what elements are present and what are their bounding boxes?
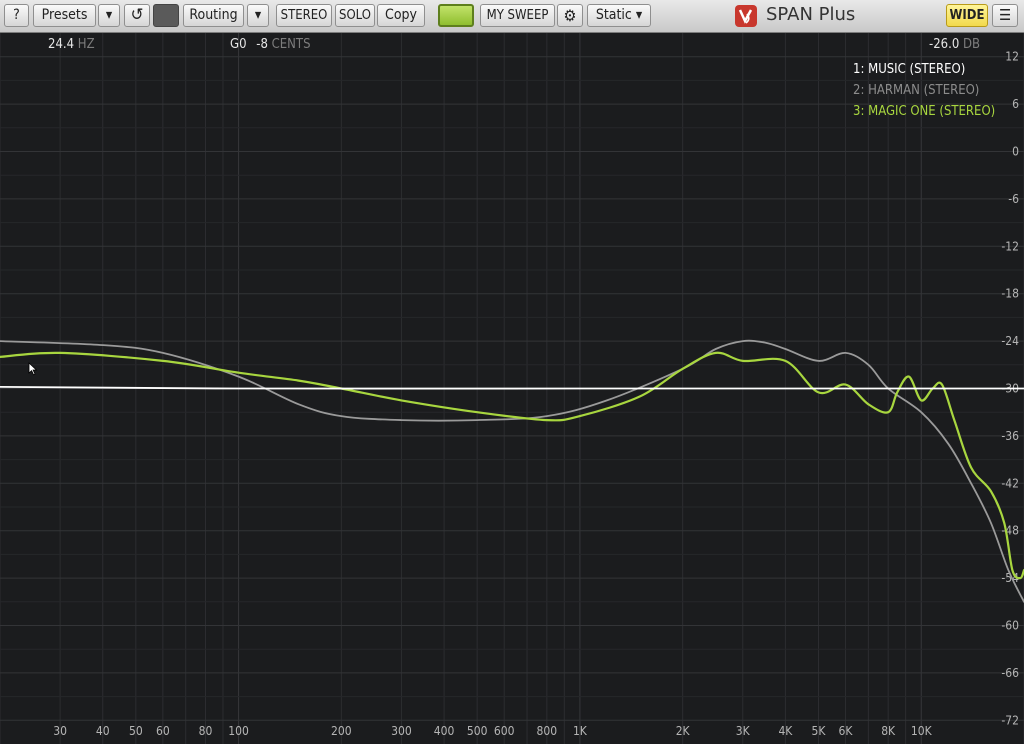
static-mode-dropdown[interactable]: Static ▾: [587, 4, 651, 27]
freq-tick-label: 80: [199, 724, 213, 738]
db-tick-label: 6: [1012, 97, 1019, 111]
note-name: G0: [230, 37, 247, 52]
mouse-pointer-icon: [28, 362, 38, 376]
cents-unit: CENTS: [271, 37, 311, 52]
wide-toggle-button[interactable]: WIDE: [946, 4, 988, 27]
db-tick-label: 12: [1005, 50, 1019, 64]
series-harman: [0, 339, 1024, 603]
color-swatch-button[interactable]: [153, 4, 179, 27]
solo-button[interactable]: SOLO: [335, 4, 375, 27]
my-sweep-button[interactable]: MY SWEEP: [480, 4, 555, 27]
freq-tick-label: 50: [129, 724, 143, 738]
cents-value: -8: [256, 37, 268, 52]
freq-tick-label: 1K: [573, 724, 588, 738]
freq-tick-label: 800: [537, 724, 558, 738]
level-readout: -26.0 DB: [929, 37, 980, 52]
presets-button[interactable]: Presets: [33, 4, 96, 27]
menu-icon[interactable]: ☰: [992, 4, 1018, 27]
db-tick-label: -42: [1001, 476, 1019, 490]
freq-tick-label: 5K: [812, 724, 827, 738]
legend-magic-one[interactable]: 3: MAGIC ONE (STEREO): [853, 104, 995, 119]
presets-dropdown-arrow-icon[interactable]: ▾: [98, 4, 120, 27]
voxengo-logo-glyph: [738, 9, 753, 24]
freq-tick-label: 200: [331, 724, 352, 738]
db-tick-label: -36: [1001, 429, 1019, 443]
freq-tick-label: 500: [467, 724, 488, 738]
db-tick-label: -24: [1001, 334, 1019, 348]
freq-tick-label: 2K: [676, 724, 691, 738]
freq-tick-label: 8K: [881, 724, 896, 738]
freq-tick-label: 30: [53, 724, 67, 738]
freq-tick-label: 40: [96, 724, 110, 738]
db-tick-label: -60: [1001, 619, 1019, 633]
note-readout: G0 -8 CENTS: [230, 37, 311, 52]
reset-icon[interactable]: ↺: [124, 4, 150, 27]
frequency-readout: 24.4 HZ: [48, 37, 95, 52]
db-tick-label: -6: [1008, 192, 1019, 206]
frequency-unit: HZ: [77, 37, 95, 52]
freq-tick-label: 4K: [778, 724, 793, 738]
freq-tick-label: 600: [494, 724, 515, 738]
db-tick-label: -12: [1001, 239, 1019, 253]
help-button[interactable]: ?: [4, 4, 29, 27]
toolbar: ? Presets ▾ ↺ Routing ▾ STEREO SOLO Copy…: [0, 0, 1024, 33]
gear-icon[interactable]: ⚙: [557, 4, 583, 27]
legend-harman[interactable]: 2: HARMAN (STEREO): [853, 83, 979, 98]
db-tick-label: -72: [1001, 713, 1019, 727]
voxengo-logo-icon: [735, 5, 757, 27]
legend-music[interactable]: 1: MUSIC (STEREO): [853, 62, 965, 77]
level-value: -26.0: [929, 37, 960, 52]
routing-dropdown-arrow-icon[interactable]: ▾: [247, 4, 269, 27]
frequency-value: 24.4: [48, 37, 75, 52]
freq-tick-label: 3K: [736, 724, 751, 738]
freq-tick-label: 100: [228, 724, 249, 738]
copy-button[interactable]: Copy: [377, 4, 425, 27]
db-tick-label: 0: [1012, 145, 1019, 159]
app-title: SPAN Plus: [766, 4, 856, 25]
freq-tick-label: 60: [156, 724, 170, 738]
series-music: [0, 386, 1024, 390]
stereo-button[interactable]: STEREO: [276, 4, 332, 27]
level-unit: DB: [962, 37, 981, 52]
span-plus-window: 30 40 50 60 80 100 200 300 400 500 600 800 1K 2K 3K 4K 5…: [0, 0, 1024, 744]
freq-tick-label: 400: [434, 724, 455, 738]
freq-tick-label: 10K: [911, 724, 933, 738]
group-led-button[interactable]: [438, 4, 474, 27]
series-magic-one: [0, 351, 1024, 580]
freq-tick-label: 6K: [839, 724, 854, 738]
freq-tick-label: 300: [391, 724, 412, 738]
db-tick-label: -18: [1001, 287, 1019, 301]
db-tick-label: -66: [1001, 666, 1019, 680]
routing-button[interactable]: Routing: [183, 4, 244, 27]
